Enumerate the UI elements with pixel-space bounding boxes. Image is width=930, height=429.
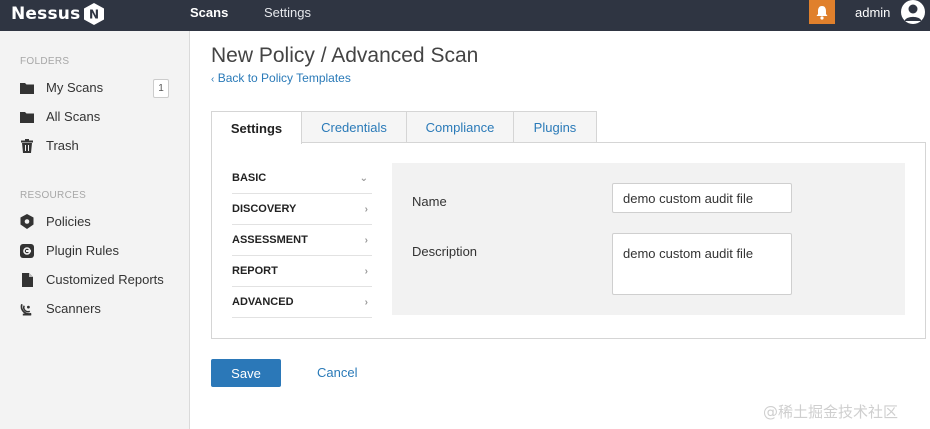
- settings-nav-discovery[interactable]: DISCOVERY ›: [232, 194, 372, 225]
- report-icon: [20, 272, 34, 287]
- chevron-down-icon: ⌄: [359, 172, 368, 184]
- logo-letter: N: [89, 8, 99, 22]
- settings-nav-label: ADVANCED: [232, 296, 294, 308]
- save-button[interactable]: Save: [211, 359, 281, 387]
- policy-tabs: Settings Credentials Compliance Plugins: [211, 111, 597, 144]
- folders-heading: FOLDERS: [20, 56, 70, 67]
- my-scans-count-badge: 1: [153, 79, 169, 98]
- name-input[interactable]: demo custom audit file: [612, 183, 792, 213]
- plugin-icon: [20, 243, 34, 258]
- settings-nav-label: DISCOVERY: [232, 203, 297, 215]
- shield-icon: [20, 214, 34, 229]
- chevron-right-icon: ›: [364, 203, 368, 215]
- description-label: Description: [412, 244, 478, 259]
- settings-nav-basic[interactable]: BASIC ⌄: [232, 163, 372, 194]
- settings-nav-label: BASIC: [232, 172, 267, 184]
- nav-scans[interactable]: Scans: [190, 5, 228, 20]
- name-label: Name: [412, 194, 447, 209]
- sidebar-item-all-scans[interactable]: All Scans: [20, 109, 100, 124]
- user-avatar-icon[interactable]: [901, 0, 925, 24]
- sidebar-item-policies[interactable]: Policies: [20, 214, 91, 229]
- folder-icon: [20, 110, 34, 124]
- notifications-button[interactable]: [809, 0, 835, 24]
- settings-nav-label: REPORT: [232, 265, 278, 277]
- settings-nav-advanced[interactable]: ADVANCED ›: [232, 287, 372, 318]
- sidebar-item-trash[interactable]: Trash: [20, 138, 79, 153]
- description-textarea[interactable]: demo custom audit file: [612, 233, 792, 295]
- trash-icon: [20, 138, 34, 153]
- resources-heading: RESOURCES: [20, 190, 87, 201]
- chevron-right-icon: ›: [364, 265, 368, 277]
- cancel-button[interactable]: Cancel: [317, 365, 357, 380]
- satellite-icon: [20, 302, 34, 316]
- sidebar-item-label: Scanners: [46, 301, 101, 316]
- sidebar-item-scanners[interactable]: Scanners: [20, 301, 101, 316]
- chevron-right-icon: ›: [364, 234, 368, 246]
- tab-compliance[interactable]: Compliance: [406, 111, 514, 143]
- sidebar-item-label: All Scans: [46, 109, 101, 124]
- settings-nav-report[interactable]: REPORT ›: [232, 256, 372, 287]
- back-to-templates-link[interactable]: ‹ Back to Policy Templates: [211, 71, 351, 85]
- tab-credentials[interactable]: Credentials: [301, 111, 407, 143]
- page-title: New Policy / Advanced Scan: [211, 44, 479, 67]
- username-label[interactable]: admin: [855, 5, 890, 20]
- top-bar: Nessus N Scans Settings admin: [0, 0, 930, 31]
- sidebar-item-label: Trash: [46, 138, 79, 153]
- back-link-label: Back to Policy Templates: [217, 71, 351, 85]
- chevron-left-icon: ‹: [211, 74, 215, 85]
- settings-nav-label: ASSESSMENT: [232, 234, 308, 246]
- chevron-right-icon: ›: [364, 296, 368, 308]
- sidebar-item-customized-reports[interactable]: Customized Reports: [20, 272, 164, 287]
- sidebar-item-label: Plugin Rules: [46, 243, 119, 258]
- sidebar-item-label: Policies: [46, 214, 91, 229]
- tab-settings[interactable]: Settings: [211, 111, 302, 144]
- settings-nav-assessment[interactable]: ASSESSMENT ›: [232, 225, 372, 256]
- tab-plugins[interactable]: Plugins: [513, 111, 597, 143]
- sidebar-item-my-scans[interactable]: My Scans: [20, 80, 103, 95]
- bell-icon: [816, 5, 828, 20]
- logo-hex-icon: N: [84, 3, 105, 25]
- sidebar-item-plugin-rules[interactable]: Plugin Rules: [20, 243, 119, 258]
- watermark: @稀土掘金技术社区: [763, 403, 899, 421]
- folder-icon: [20, 81, 34, 95]
- logo-text: Nessus: [11, 4, 81, 24]
- nessus-logo[interactable]: Nessus N: [11, 3, 105, 25]
- nav-settings[interactable]: Settings: [264, 5, 311, 20]
- sidebar-item-label: My Scans: [46, 80, 104, 95]
- sidebar-item-label: Customized Reports: [46, 272, 164, 287]
